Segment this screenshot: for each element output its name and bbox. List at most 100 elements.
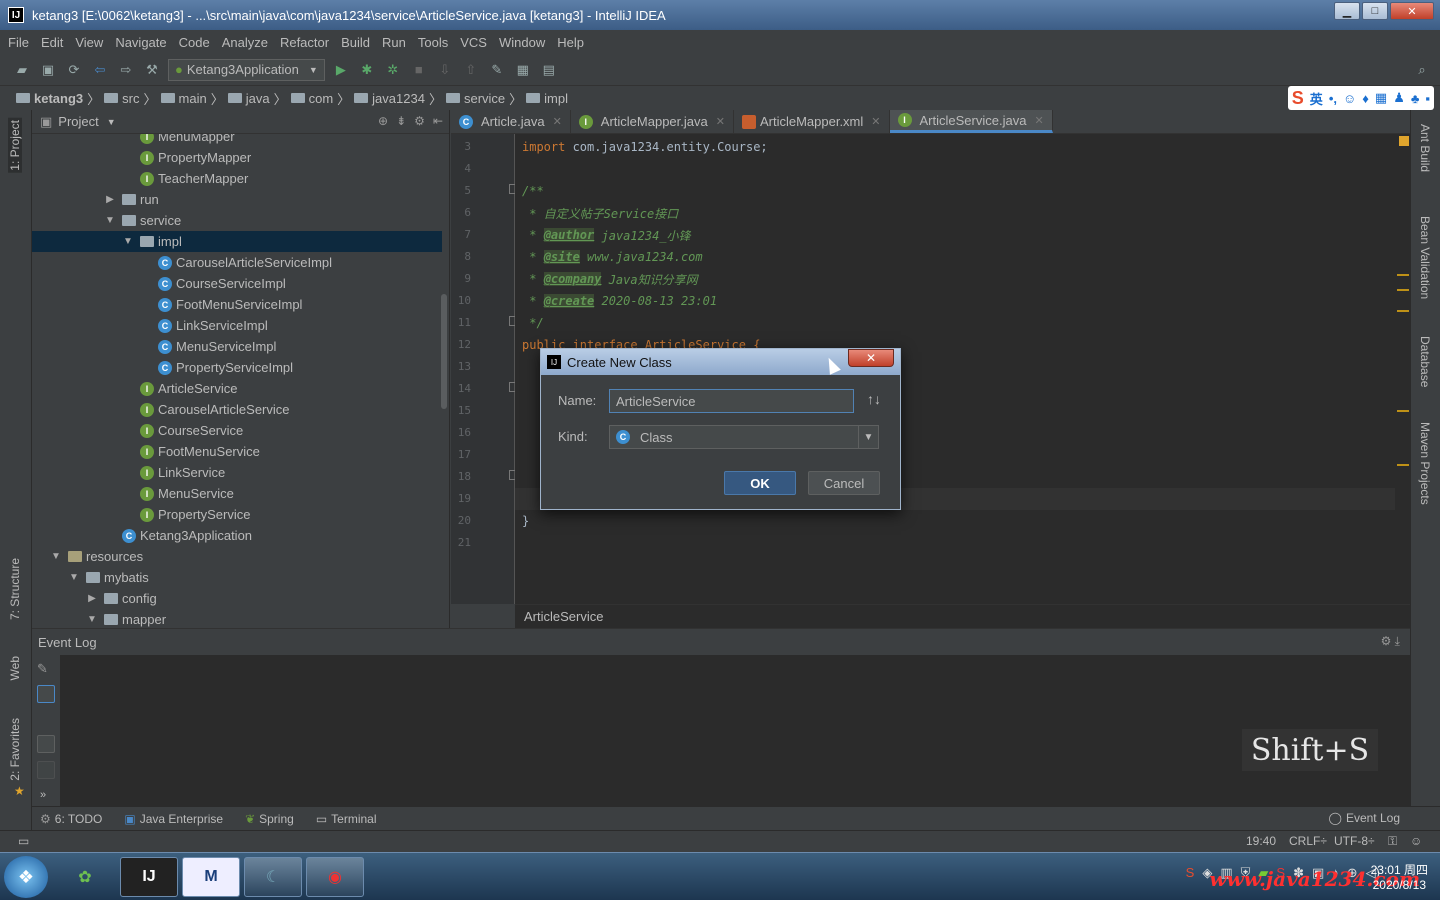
grid-icon[interactable]: ▪ [1425,91,1430,106]
tree-item[interactable]: ▼ mapper [32,609,442,628]
tree-item[interactable]: ▶ config [32,588,442,609]
expanded-arrow-icon[interactable]: ▼ [68,572,80,583]
editor-scrollbar[interactable] [1395,134,1410,604]
soft-wrap-icon[interactable] [37,711,55,729]
keyboard-icon[interactable]: ▦ [1375,90,1387,106]
punctuation-icon[interactable]: •, [1329,91,1337,106]
tree-item[interactable]: I MenuMapper [32,134,442,147]
tree-item[interactable]: I LinkService [32,462,442,483]
breadcrumb-item[interactable]: com [290,91,333,106]
breadcrumb-item[interactable]: src [104,91,140,106]
ant-build-tool-button[interactable]: Ant Build [1418,124,1432,172]
close-window-button[interactable]: ✕ [1390,2,1434,20]
menu-run[interactable]: Run [382,35,406,50]
breadcrumb-item[interactable]: impl [526,91,568,106]
vcs-update-icon[interactable]: ⇩ [435,60,455,80]
error-stripe-mark[interactable] [1397,410,1409,412]
bean-validation-tool-button[interactable]: Bean Validation [1418,216,1432,299]
tree-item[interactable]: I MenuService [32,483,442,504]
tree-item[interactable]: C LinkServiceImpl [32,315,442,336]
collapse-all-icon[interactable]: ⇟ [396,114,406,128]
toggle-tool-windows-icon[interactable]: ▭ [18,834,29,848]
class-name-input[interactable] [609,389,854,413]
clear-all-icon[interactable] [37,761,55,779]
sort-arrows-icon[interactable]: ↑↓ [867,391,881,407]
tree-item[interactable]: I TeacherMapper [32,168,442,189]
microphone-icon[interactable]: ♦ [1362,91,1369,106]
line-separator[interactable]: CRLF÷ [1289,834,1327,848]
breadcrumb-item[interactable]: service [445,91,505,106]
back-icon[interactable]: ⇦ [90,60,110,80]
breadcrumb-item[interactable]: java [227,91,270,106]
emoji-icon[interactable]: ☺ [1343,91,1356,106]
gear-icon[interactable]: ⚙ [414,114,425,128]
ime-toolbar[interactable]: S 英 •, ☺ ♦ ▦ ♟ ♣ ▪ [1287,86,1434,110]
expanded-arrow-icon[interactable]: ▼ [50,551,62,562]
scroll-to-end-icon[interactable] [37,735,55,753]
chevron-down-icon[interactable]: ▼ [107,117,116,127]
maven-projects-tool-button[interactable]: Maven Projects [1418,422,1432,505]
chevron-down-icon[interactable]: ▼ [858,426,878,448]
favorites-tool-button[interactable]: 2: Favorites [8,718,22,781]
tree-item[interactable]: C MenuServiceImpl [32,336,442,357]
build-icon[interactable]: ⚒ [142,60,162,80]
search-everywhere-icon[interactable]: ⌕ [1412,60,1432,80]
close-tab-icon[interactable]: ✕ [716,115,725,128]
menu-help[interactable]: Help [557,35,584,50]
settings-icon[interactable]: ✎ [37,661,55,679]
tree-item[interactable]: C PropertyServiceImpl [32,357,442,378]
vcs-commit-icon[interactable]: ⇧ [461,60,481,80]
menu-tools[interactable]: Tools [418,35,448,50]
user-icon[interactable]: ♟ [1393,90,1405,106]
tree-item[interactable]: I CarouselArticleService [32,399,442,420]
kind-select[interactable]: C Class ▼ [609,425,879,449]
error-stripe-mark[interactable] [1397,274,1409,276]
tree-item[interactable]: ▼ service [32,210,442,231]
inspection-status-icon[interactable] [1399,136,1409,146]
tree-scrollbar[interactable] [441,294,447,409]
database-tool-button[interactable]: Database [1418,336,1432,387]
editor-tab[interactable]: ArticleMapper.xml ✕ [734,110,890,133]
event-log-tool-button[interactable]: ◯ Event Log [1329,811,1400,825]
open-folder-icon[interactable]: ▰ [12,60,32,80]
java-enterprise-tool-button[interactable]: ▣ Java Enterprise [124,812,223,826]
run-configuration-select[interactable]: ● Ketang3Application ▼ [168,58,325,81]
spring-tool-button[interactable]: ❦ Spring [245,812,294,826]
todo-tool-button[interactable]: ⚙ 6: TODO [40,812,102,826]
hide-panel-icon[interactable]: ⇤ [433,114,443,128]
tree-item[interactable]: I PropertyService [32,504,442,525]
structure-tool-button[interactable]: 7: Structure [8,558,22,620]
collapsed-arrow-icon[interactable]: ▶ [104,194,116,205]
tree-item[interactable]: I FootMenuService [32,441,442,462]
menu-analyze[interactable]: Analyze [222,35,268,50]
ime-language[interactable]: 英 [1310,89,1323,108]
error-stripe-mark[interactable] [1397,310,1409,312]
menu-navigate[interactable]: Navigate [115,35,166,50]
tree-item[interactable]: ▶ run [32,189,442,210]
project-tool-button[interactable]: 1: Project [8,118,22,173]
close-tab-icon[interactable]: ✕ [871,115,880,128]
eclipse-taskbar-icon[interactable]: ☾ [244,857,302,897]
breadcrumb-item[interactable]: java1234 [354,91,425,106]
debug-icon[interactable]: ✱ [357,60,377,80]
run-icon[interactable]: ▶ [331,60,351,80]
expanded-arrow-icon[interactable]: ▼ [122,236,134,247]
editor-tab[interactable]: I ArticleService.java ✕ [889,110,1053,133]
web-tool-button[interactable]: Web [8,656,22,680]
menu-view[interactable]: View [75,35,103,50]
windows-start-icon[interactable]: ❖ [4,856,48,898]
breadcrumb-item[interactable]: main [160,91,207,106]
forward-icon[interactable]: ⇨ [116,60,136,80]
more-icon[interactable]: » [40,789,46,801]
ok-button[interactable]: OK [724,471,796,495]
tree-item[interactable]: I ArticleService [32,378,442,399]
tree-item[interactable]: I PropertyMapper [32,147,442,168]
tree-item[interactable]: ▼ mybatis [32,567,442,588]
menu-file[interactable]: File [8,35,29,50]
scroll-from-source-icon[interactable]: ⊕ [378,114,388,128]
dialog-close-button[interactable]: ✕ [848,349,894,367]
menu-edit[interactable]: Edit [41,35,63,50]
close-tab-icon[interactable]: ✕ [553,115,562,128]
skin-icon[interactable]: ♣ [1411,91,1420,106]
tree-item[interactable]: I CourseService [32,420,442,441]
